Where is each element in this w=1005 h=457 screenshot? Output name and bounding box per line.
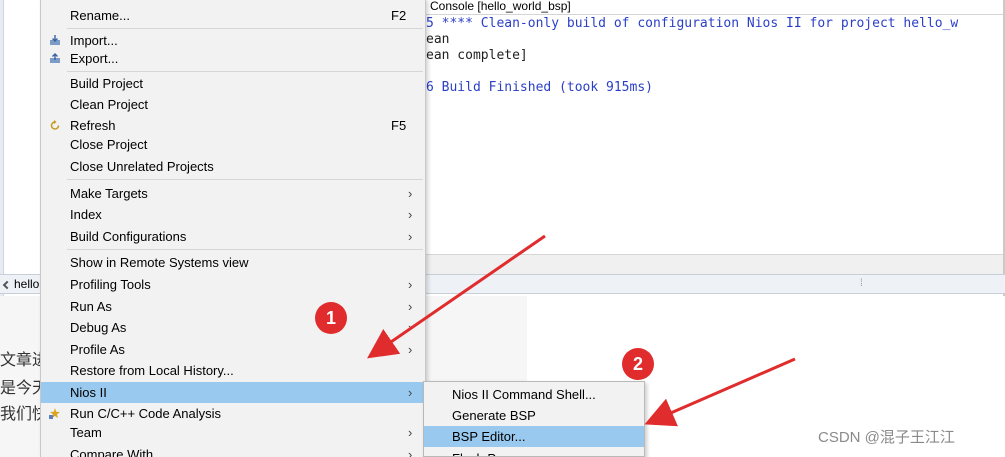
menu-item-label: Run C/C++ Code Analysis [70, 406, 222, 421]
console-line: ean complete] [426, 48, 528, 63]
menu-item-team[interactable]: Team › [41, 422, 425, 443]
submenu-arrow-icon: › [408, 342, 413, 357]
menu-item-build-project[interactable]: Build Project [41, 73, 425, 94]
submenu-arrow-icon: › [408, 425, 413, 440]
submenu-arrow-icon: › [408, 277, 413, 292]
console-output[interactable]: 5 **** Clean-only build of configuration… [426, 14, 1003, 254]
submenu-item-bsp-editor[interactable]: BSP Editor... [424, 426, 644, 447]
submenu-arrow-icon: › [408, 385, 413, 400]
menu-item-label: Restore from Local History... [70, 363, 234, 378]
menu-item-profiling-tools[interactable]: Profiling Tools › [41, 274, 425, 295]
console-scroll-area[interactable] [426, 254, 1003, 274]
menu-item-accelerator: F5 [391, 118, 407, 133]
step-1-badge: 1 [315, 302, 347, 334]
menu-item-accelerator: F2 [391, 8, 407, 23]
menu-item-label: Nios II [70, 385, 107, 400]
menu-separator [67, 28, 423, 29]
submenu-item-label: Generate BSP [452, 408, 536, 423]
import-icon [50, 35, 60, 45]
menu-item-label: Profile As [70, 342, 125, 357]
menu-separator [67, 71, 423, 72]
watermark: CSDN @混子王江江 [818, 429, 955, 446]
menu-item-index[interactable]: Index › [41, 204, 425, 225]
arrow-to-bsp-editor [644, 357, 796, 427]
console-line: 5 **** Clean-only build of configuration… [426, 16, 959, 31]
menu-item-restore-local-history[interactable]: Restore from Local History... [41, 360, 425, 381]
nios-ii-submenu: Nios II Command Shell... Generate BSP BS… [423, 381, 645, 457]
menu-item-label: Rename... [70, 8, 130, 23]
context-menu: Rename... F2 Import... Export... Build P… [40, 0, 426, 457]
refresh-icon [50, 120, 60, 130]
console-title[interactable]: Console [hello_world_bsp] [426, 0, 571, 14]
menu-item-close-unrelated-projects[interactable]: Close Unrelated Projects [41, 156, 425, 177]
submenu-arrow-icon: › [408, 207, 413, 222]
submenu-item-generate-bsp[interactable]: Generate BSP [424, 405, 644, 426]
menu-item-label: Profiling Tools [70, 277, 151, 292]
menu-item-compare-with[interactable]: Compare With › [41, 444, 425, 457]
menu-item-profile-as[interactable]: Profile As › [41, 339, 425, 360]
menu-item-show-in-remote-systems[interactable]: Show in Remote Systems view [41, 252, 425, 273]
submenu-item-flash-programmer[interactable]: Flash P... [424, 448, 644, 456]
chevron-icon [2, 280, 12, 290]
menu-item-label: Refresh [70, 118, 116, 133]
menu-item-label: Clean Project [70, 97, 149, 112]
code-analysis-icon [49, 408, 60, 419]
menu-item-refresh[interactable]: Refresh F5 [41, 115, 425, 136]
menu-item-run-as[interactable]: Run As › [41, 296, 425, 317]
menu-separator [67, 249, 423, 250]
console-line: 6 Build Finished (took 915ms) [426, 80, 653, 95]
menu-item-nios-ii[interactable]: Nios II › [41, 382, 425, 403]
submenu-arrow-icon: › [408, 447, 413, 457]
menu-item-label: Build Configurations [70, 229, 187, 244]
menu-item-rename[interactable]: Rename... F2 [41, 5, 425, 26]
menu-item-label: Index [70, 207, 102, 222]
export-icon [50, 53, 60, 63]
project-tab[interactable]: hello [0, 276, 39, 292]
menu-item-export[interactable]: Export... [41, 48, 425, 69]
menu-item-label: Export... [70, 51, 119, 66]
menu-item-label: Close Project [70, 137, 148, 152]
menu-item-clean-project[interactable]: Clean Project [41, 94, 425, 115]
menu-separator [67, 179, 423, 180]
menu-item-build-configurations[interactable]: Build Configurations › [41, 226, 425, 247]
project-tab-label: hello [14, 277, 40, 291]
menu-item-label: Close Unrelated Projects [70, 159, 214, 174]
ide-left-strip [0, 0, 4, 296]
submenu-item-label: BSP Editor... [452, 429, 526, 444]
menu-item-label: Run As [70, 299, 112, 314]
submenu-item-nios-command-shell[interactable]: Nios II Command Shell... [424, 384, 644, 405]
menu-item-label: Compare With [70, 447, 154, 457]
submenu-arrow-icon: › [408, 320, 413, 335]
menu-item-label: Show in Remote Systems view [70, 255, 249, 270]
submenu-item-label: Flash P... [452, 448, 505, 456]
menu-item-label: Make Targets [70, 186, 148, 201]
menu-item-label: Debug As [70, 320, 127, 335]
menu-item-run-code-analysis[interactable]: Run C/C++ Code Analysis [41, 403, 425, 424]
submenu-arrow-icon: › [408, 299, 413, 314]
sash-grip-icon[interactable]: ⁞ [860, 277, 863, 291]
menu-item-label: Team [70, 425, 102, 440]
menu-item-label: Build Project [70, 76, 143, 91]
step-2-badge: 2 [622, 348, 654, 380]
menu-item-debug-as[interactable]: Debug As › [41, 317, 425, 338]
console-line: ean [426, 32, 450, 47]
menu-item-make-targets[interactable]: Make Targets › [41, 183, 425, 204]
menu-item-close-project[interactable]: Close Project [41, 134, 425, 155]
submenu-item-label: Nios II Command Shell... [452, 387, 596, 402]
submenu-arrow-icon: › [408, 229, 413, 244]
submenu-arrow-icon: › [408, 186, 413, 201]
